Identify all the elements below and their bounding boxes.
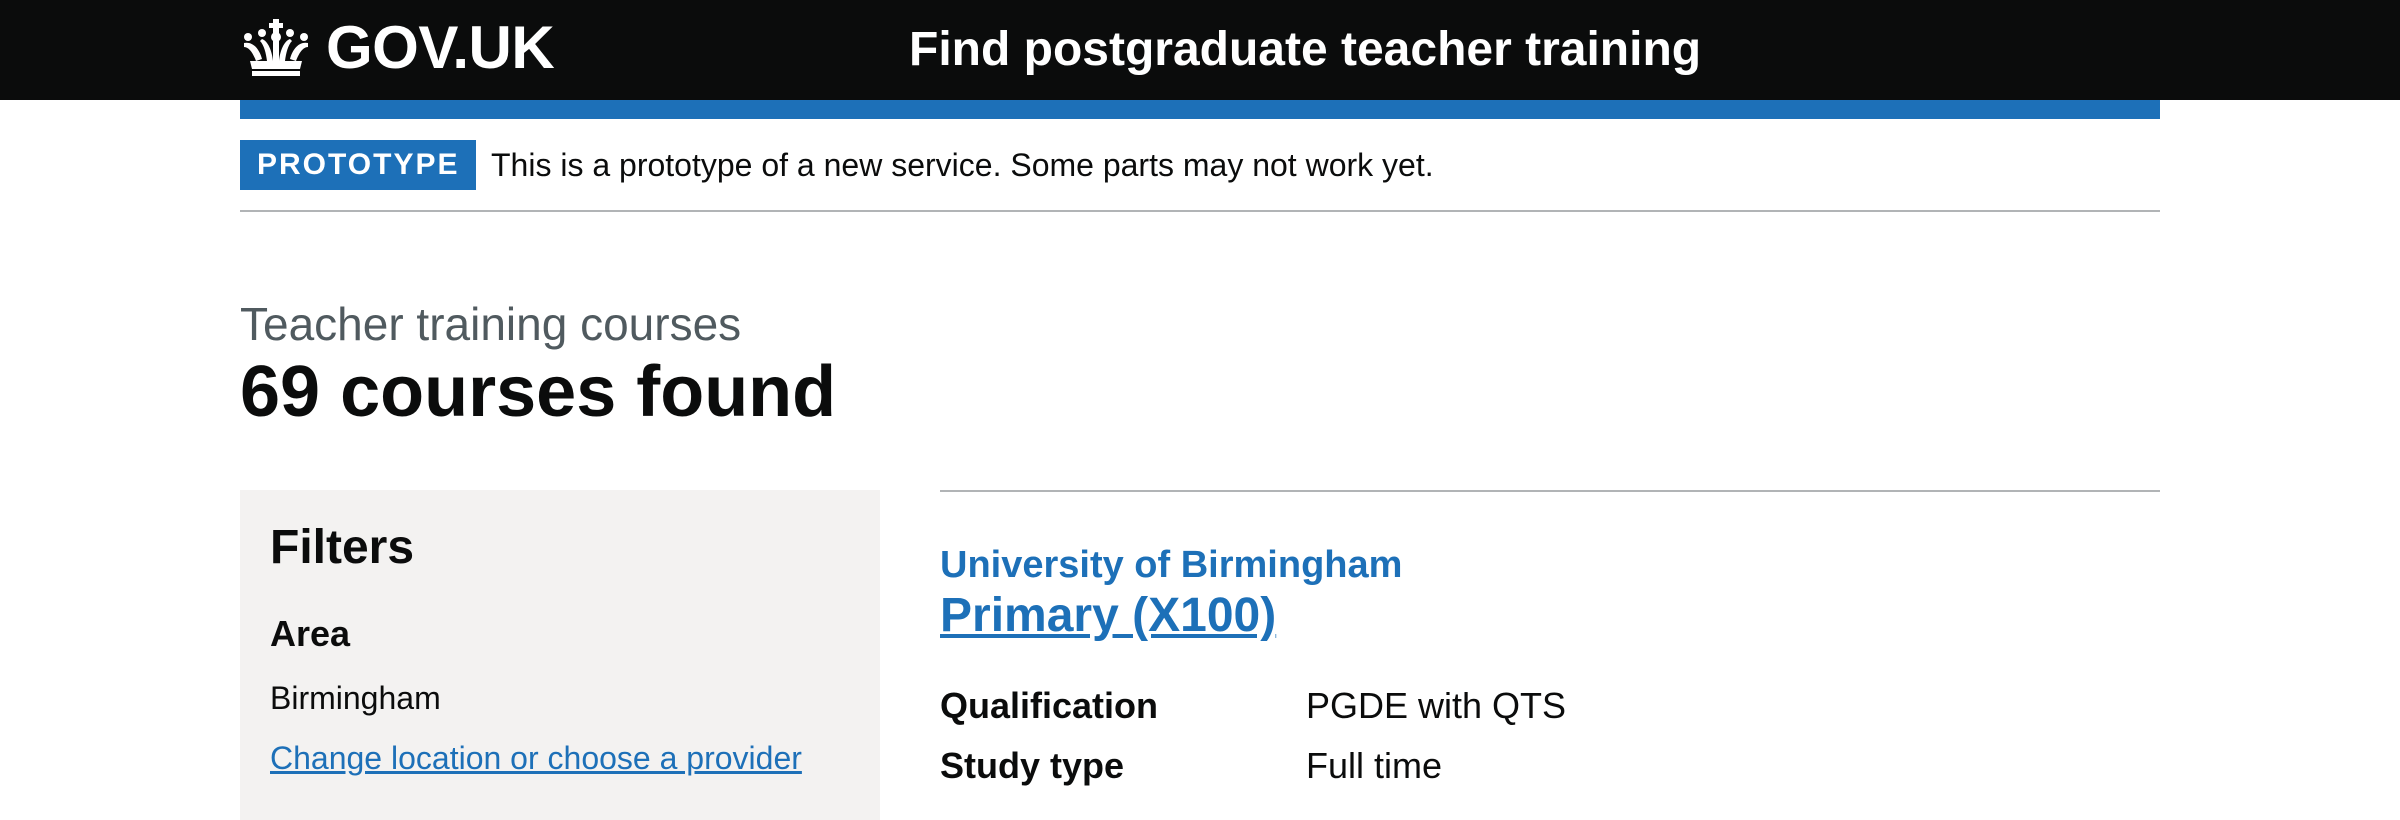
filters-title: Filters (270, 521, 415, 574)
change-location-link[interactable]: Change location or choose a provider (270, 736, 802, 780)
page-title: 69 courses found (240, 352, 837, 432)
crown-icon (244, 19, 308, 76)
summary-value: PGDE with QTS (1306, 685, 1567, 726)
summary-key: Study type (940, 745, 1125, 786)
logo-text: GOV.UK (326, 14, 555, 81)
results-list: University of Birmingham Primary (X100) … (940, 490, 2160, 820)
summary-row-qualification: Qualification PGDE with QTS (940, 676, 2160, 736)
course-link[interactable]: Primary (X100) (940, 586, 1276, 646)
service-name-link[interactable]: Find postgraduate teacher training (909, 20, 1701, 80)
area-heading: Area (270, 613, 351, 654)
results-divider (940, 490, 2160, 492)
govuk-logo-link[interactable]: GOV.UK (240, 14, 555, 81)
page-caption: Teacher training courses (240, 298, 742, 350)
summary-value: Full time (1306, 745, 1443, 786)
provider-name: University of Birmingham (940, 544, 1403, 586)
header-blue-bar (240, 100, 2160, 119)
phase-banner-text: This is a prototype of a new service. So… (491, 147, 1434, 183)
summary-key: Qualification (940, 685, 1159, 726)
phase-tag: PROTOTYPE (240, 140, 477, 190)
area-value: Birmingham (270, 680, 441, 716)
filters-panel: Filters Area Birmingham Change location … (240, 490, 880, 820)
phase-banner: PROTOTYPE This is a prototype of a new s… (240, 140, 2160, 212)
site-header: GOV.UK Find postgraduate teacher trainin… (0, 0, 2400, 100)
summary-row-study-type: Study type Full time (940, 736, 2160, 796)
